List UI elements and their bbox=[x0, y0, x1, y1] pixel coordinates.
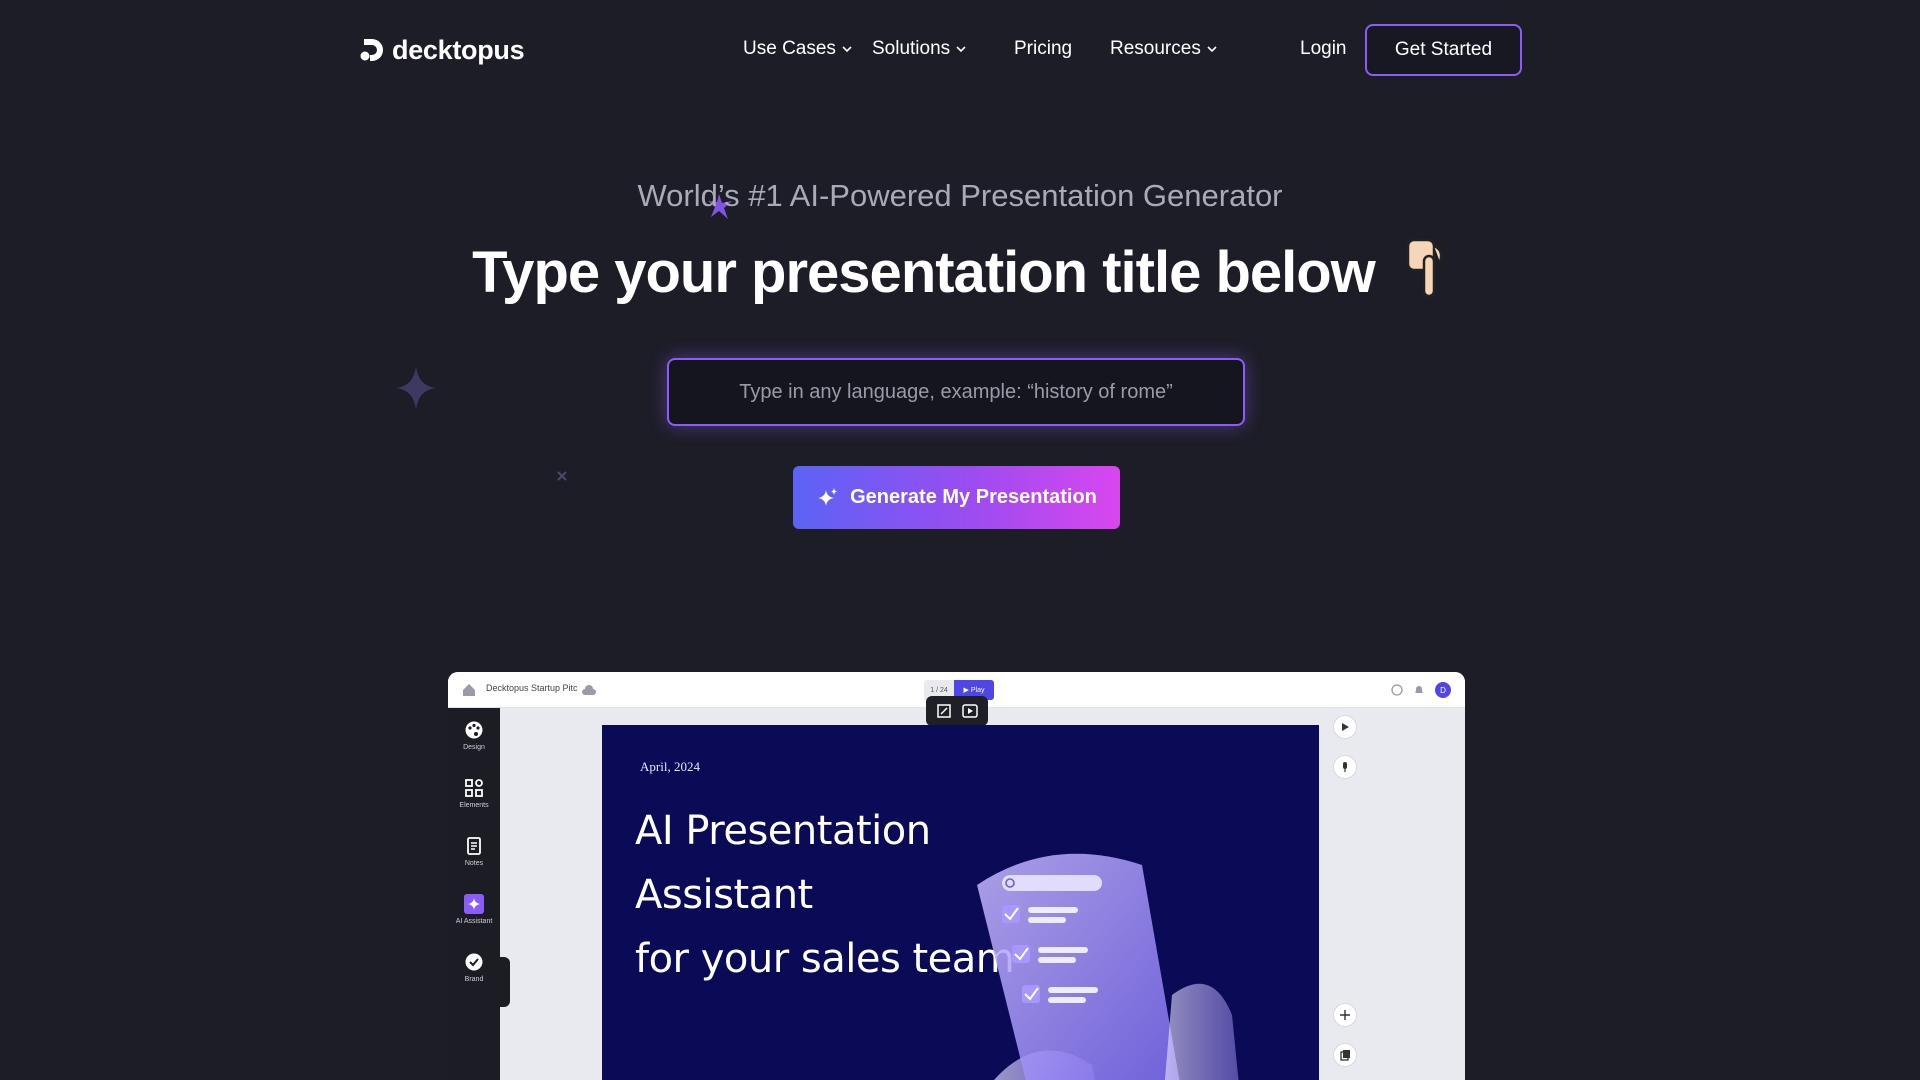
checklist-scroll-illustration bbox=[977, 853, 1239, 1080]
tool-design: Design bbox=[448, 720, 500, 751]
nav-resources-label: Resources bbox=[1110, 38, 1201, 59]
preview-duplicate-rail-button bbox=[1333, 1043, 1357, 1067]
slide-date: April, 2024 bbox=[640, 759, 700, 774]
app-preview-window: Decktopus Startup Pitc 1 / 24 ▶ Play D D… bbox=[448, 672, 1465, 1080]
preview-doc-title: Decktopus Startup Pitc bbox=[486, 683, 578, 693]
nav-pricing[interactable]: Pricing bbox=[1014, 38, 1072, 60]
bell-icon bbox=[1415, 686, 1423, 693]
tool-elements: Elements bbox=[448, 778, 500, 809]
preview-topbar-actions: D bbox=[1391, 682, 1451, 698]
palette-icon bbox=[465, 721, 483, 739]
tool-notes: Notes bbox=[448, 836, 500, 867]
logo-text: decktopus bbox=[392, 34, 525, 65]
top-navigation: decktopus Use Cases Solutions Pricing Re… bbox=[0, 0, 1920, 100]
tool-label: Elements bbox=[459, 802, 489, 809]
decktopus-logo-icon bbox=[360, 39, 383, 61]
chevron-down-icon bbox=[956, 46, 966, 53]
sparkles-icon bbox=[818, 487, 838, 506]
preview-add-rail-button bbox=[1333, 1003, 1357, 1027]
pointing-down-hand-icon bbox=[1406, 238, 1443, 298]
magic-play-icon bbox=[962, 704, 978, 718]
grid-icon bbox=[465, 779, 483, 797]
resize-icon bbox=[937, 704, 951, 718]
microphone-icon bbox=[1343, 762, 1347, 772]
slide-floating-toolbar bbox=[926, 696, 988, 726]
get-started-button[interactable]: Get Started bbox=[1365, 24, 1522, 76]
editor-sidebar: Design Elements Notes AI Assistant Brand bbox=[448, 708, 500, 1080]
chevron-down-icon bbox=[842, 46, 852, 53]
home-icon bbox=[463, 684, 475, 696]
nav-pricing-label: Pricing bbox=[1014, 38, 1073, 59]
nav-solutions[interactable]: Solutions bbox=[872, 38, 967, 60]
sparkle-icon bbox=[464, 894, 484, 914]
hero-headline-text: Type your presentation title below bbox=[472, 240, 1376, 305]
badge-check-icon bbox=[465, 953, 483, 971]
cloud-icon bbox=[582, 685, 596, 695]
generate-presentation-button[interactable]: Generate My Presentation bbox=[793, 466, 1120, 529]
sidebar-collapse-handle bbox=[500, 957, 510, 1007]
avatar: D bbox=[1435, 682, 1451, 698]
nav-use-cases-label: Use Cases bbox=[743, 38, 836, 59]
four-point-star-icon bbox=[396, 366, 436, 410]
tool-label: Brand bbox=[464, 976, 484, 983]
tool-brand: Brand bbox=[448, 952, 500, 983]
duplicate-icon bbox=[1340, 1050, 1350, 1061]
decktopus-logo[interactable]: decktopus bbox=[358, 34, 525, 66]
notes-icon bbox=[467, 837, 481, 855]
nav-use-cases[interactable]: Use Cases bbox=[743, 38, 853, 60]
tool-label: AI Assistant bbox=[455, 918, 493, 925]
hero-eyebrow: World’s #1 AI-Powered Presentation Gener… bbox=[637, 178, 1283, 213]
generate-button-label: Generate My Presentation bbox=[850, 486, 1097, 508]
tool-ai-assistant: AI Assistant bbox=[448, 894, 500, 925]
help-icon bbox=[1391, 684, 1403, 696]
nav-resources[interactable]: Resources bbox=[1110, 38, 1218, 60]
plus-icon bbox=[1340, 1010, 1350, 1020]
play-icon bbox=[1342, 723, 1349, 731]
tool-label: Notes bbox=[464, 860, 484, 867]
small-cross-icon bbox=[557, 471, 567, 481]
login-link[interactable]: Login bbox=[1300, 38, 1347, 60]
chevron-down-icon bbox=[1207, 46, 1217, 53]
nav-solutions-label: Solutions bbox=[872, 38, 951, 59]
slide-canvas: April, 2024 AI Presentation Assistant fo… bbox=[602, 725, 1319, 1080]
presentation-title-input[interactable] bbox=[667, 358, 1245, 426]
preview-play-rail-button bbox=[1333, 715, 1357, 739]
tool-label: Design bbox=[463, 744, 485, 751]
hero-headline: Type your presentation title below bbox=[0, 236, 1920, 306]
preview-mic-rail-button bbox=[1333, 755, 1357, 779]
